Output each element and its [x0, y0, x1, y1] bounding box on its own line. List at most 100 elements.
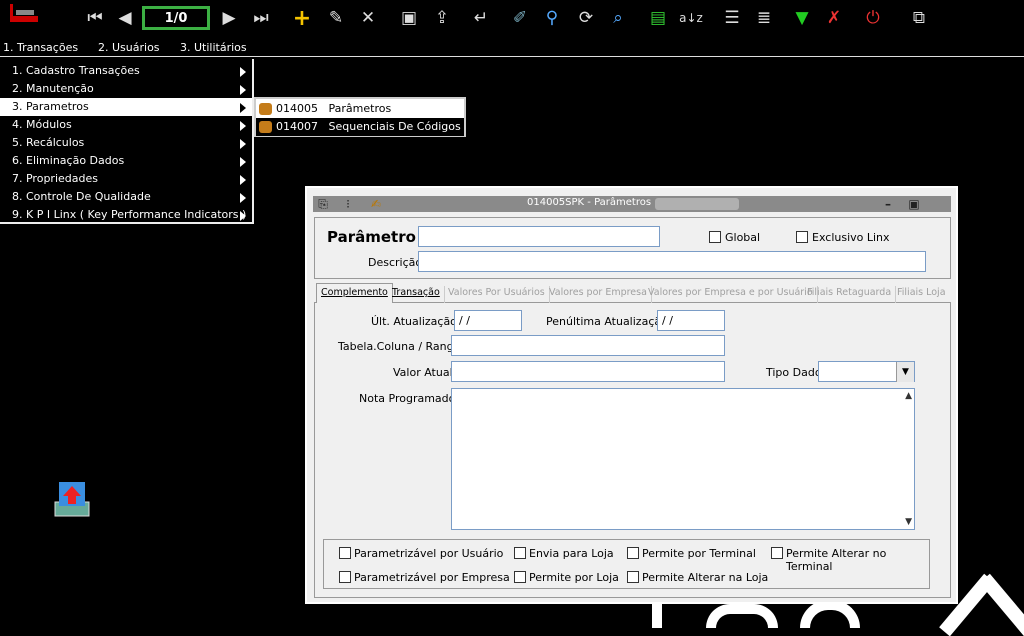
menu-utilitarios[interactable]: 3. Utilitários	[180, 41, 247, 54]
list-icon[interactable]: ≣	[753, 7, 775, 29]
print-icon[interactable]: ▤	[647, 7, 669, 29]
valor-atual-input[interactable]	[451, 361, 725, 382]
dropdown-item[interactable]: 2. Manutenção	[0, 80, 252, 98]
permite-alterar-terminal-checkbox[interactable]	[771, 547, 783, 559]
wrench-icon[interactable]: ✍	[369, 197, 383, 211]
parametrizavel-usuario-label: Parametrizável por Usuário	[354, 547, 504, 560]
exclusivo-linx-checkbox[interactable]	[796, 231, 808, 243]
tabela-input[interactable]	[451, 335, 725, 356]
exclusivo-linx-label: Exclusivo Linx	[812, 231, 890, 244]
dropdown-item-label: 9. K P I Linx ( Key Performance Indicato…	[12, 208, 247, 221]
permite-por-terminal-label: Permite por Terminal	[642, 547, 756, 560]
parametrizavel-empresa-label: Parametrizável por Empresa	[354, 571, 510, 584]
users-icon	[259, 121, 272, 133]
download-icon[interactable]: ▼	[791, 7, 813, 29]
submenu-arrow-icon	[240, 103, 246, 113]
dropdown-item[interactable]: 5. Recálculos	[0, 134, 252, 152]
submenu-arrow-icon	[240, 121, 246, 131]
permite-por-loja-label: Permite por Loja	[529, 571, 619, 584]
main-toolbar: ⏮ ◀ 1/0 ▶ ⏭ + ✎ ✕ ▣ ⇪ ↵ ✐ ⚲ ⟳ ⌕ ▤ a↓z ☰ …	[0, 0, 1024, 38]
parametros-submenu: 014005 Parâmetros 014007 Sequenciais De …	[254, 97, 466, 137]
tipo-dado-label: Tipo Dado	[766, 366, 822, 379]
background-shape	[800, 600, 860, 628]
first-icon[interactable]: ⏮	[84, 7, 106, 29]
permite-por-loja-checkbox[interactable]	[514, 571, 526, 583]
background-shape	[652, 600, 662, 628]
dropdown-item[interactable]: 9. K P I Linx ( Key Performance Indicato…	[0, 206, 252, 224]
tab-valores-por-empresa-usuario[interactable]: Valores por Empresa e por Usuário	[644, 286, 818, 303]
next-icon[interactable]: ▶	[218, 7, 240, 29]
scroll-up-icon[interactable]: ▲	[905, 391, 912, 401]
parametrizavel-usuario-checkbox[interactable]	[339, 547, 351, 559]
permite-alterar-loja-checkbox[interactable]	[627, 571, 639, 583]
valor-atual-label: Valor Atual	[393, 366, 453, 379]
search-icon[interactable]: ⚲	[541, 7, 563, 29]
tab-filiais-retaguarda[interactable]: Filiais Retaguarda	[803, 286, 897, 303]
add-icon[interactable]: +	[291, 6, 313, 31]
menu-transacoes[interactable]: 1. Transações	[3, 41, 78, 54]
submenu-item[interactable]: 014007 Sequenciais De Códigos	[256, 118, 464, 136]
submenu-arrow-icon	[240, 85, 246, 95]
dropdown-item[interactable]: 7. Propriedades	[0, 170, 252, 188]
global-checkbox[interactable]	[709, 231, 721, 243]
tab-filiais-loja[interactable]: Filiais Loja	[893, 286, 950, 303]
clear-icon[interactable]: ✐	[509, 7, 531, 29]
submenu-item[interactable]: 014005 Parâmetros	[256, 100, 464, 118]
envia-para-loja-checkbox[interactable]	[514, 547, 526, 559]
descricao-input[interactable]	[418, 251, 926, 272]
tool-icon[interactable]: ✗	[823, 7, 845, 29]
permite-por-terminal-checkbox[interactable]	[627, 547, 639, 559]
add-note-icon[interactable]: ☰	[721, 7, 743, 29]
last-icon[interactable]: ⏭	[250, 7, 272, 29]
dropdown-item[interactable]: 4. Módulos	[0, 116, 252, 134]
undo-icon[interactable]: ↵	[470, 7, 492, 29]
window-switch-icon[interactable]: ⧉	[906, 7, 932, 29]
penultima-label: Penúltima Atualização	[546, 315, 668, 328]
header-panel: Parâmetro Global Exclusivo Linx Descriçã…	[314, 217, 951, 279]
edit-icon[interactable]: ✎	[325, 7, 347, 29]
nota-programador-textarea[interactable]: ▲ ▼	[451, 388, 915, 530]
delete-icon[interactable]: ✕	[357, 7, 379, 29]
dropdown-item[interactable]: 3. Parametros	[0, 98, 252, 116]
dropdown-item[interactable]: 6. Eliminação Dados	[0, 152, 252, 170]
tipo-dado-select[interactable]: ▼	[818, 361, 915, 382]
dropdown-item-label: 2. Manutenção	[12, 82, 94, 95]
parametrizavel-empresa-checkbox[interactable]	[339, 571, 351, 583]
find-icon[interactable]: ⌕	[607, 7, 629, 29]
dropdown-item[interactable]: 8. Controle De Qualidade	[0, 188, 252, 206]
stop-icon[interactable]: ⏻	[862, 7, 884, 29]
save-new-icon[interactable]: ⇪	[431, 7, 453, 29]
transacoes-dropdown: 1. Cadastro Transações 2. Manutenção 3. …	[0, 59, 254, 224]
scroll-down-icon[interactable]: ▼	[905, 517, 912, 527]
submenu-label: Parâmetros	[328, 102, 392, 115]
penultima-input[interactable]: / /	[657, 310, 725, 331]
dropdown-item[interactable]: 1. Cadastro Transações	[0, 62, 252, 80]
dropdown-item-label: 1. Cadastro Transações	[12, 64, 140, 77]
tab-bar: Complemento Transação Valores Por Usuári…	[314, 283, 951, 303]
ult-atualizacao-input[interactable]: / /	[454, 310, 522, 331]
traffic-light-icon[interactable]: ⁝	[341, 197, 355, 211]
tab-valores-por-usuarios[interactable]: Valores Por Usuários	[444, 286, 550, 303]
window-menu-icon[interactable]: ⎘	[316, 197, 330, 211]
dropdown-item-label: 6. Eliminação Dados	[12, 154, 125, 167]
minimize-icon[interactable]: –	[881, 197, 895, 211]
desktop-upload-icon[interactable]	[53, 480, 93, 520]
menu-usuarios[interactable]: 2. Usuários	[98, 41, 160, 54]
prev-icon[interactable]: ◀	[114, 7, 136, 29]
save-icon[interactable]: ▣	[398, 7, 420, 29]
refresh-icon[interactable]: ⟳	[575, 7, 597, 29]
submenu-code: 014005	[276, 102, 318, 115]
chevron-down-icon[interactable]: ▼	[896, 362, 914, 382]
parametros-window: ⎘ ⁝ ✍ 014005SPK - Parâmetros – ▣ Parâmet…	[305, 186, 958, 604]
submenu-arrow-icon	[240, 211, 246, 221]
tab-transacao[interactable]: Transação	[388, 286, 445, 303]
nota-programador-label: Nota Programador	[359, 392, 460, 405]
tab-valores-por-empresa[interactable]: Valores por Empresa	[545, 286, 652, 303]
background-shape	[706, 604, 778, 628]
window-title-bar: ⎘ ⁝ ✍ 014005SPK - Parâmetros – ▣	[313, 196, 951, 212]
tab-complemento[interactable]: Complemento	[316, 283, 393, 303]
parametro-input[interactable]	[418, 226, 660, 247]
sort-icon[interactable]: a↓z	[679, 7, 703, 29]
maximize-icon[interactable]: ▣	[907, 197, 921, 211]
window-title: 014005SPK - Parâmetros	[527, 197, 652, 208]
